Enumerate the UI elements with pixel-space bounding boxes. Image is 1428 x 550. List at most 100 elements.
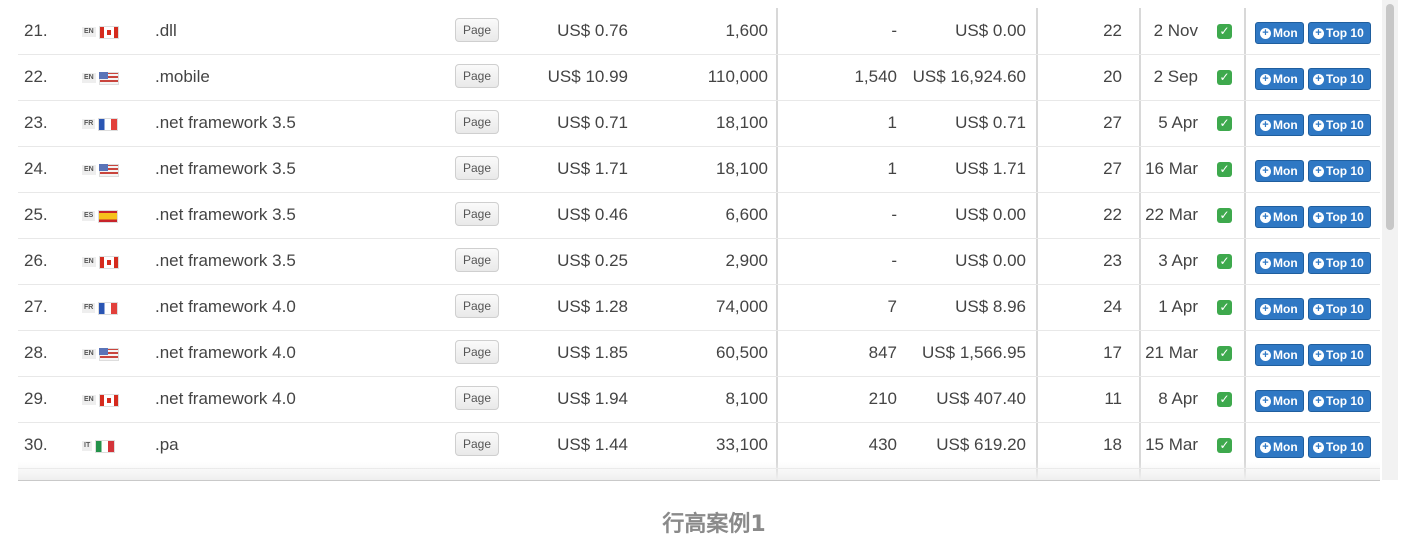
check-icon[interactable]: ✓ <box>1217 438 1232 453</box>
monitor-button[interactable]: + Mon <box>1255 114 1304 136</box>
page-button[interactable]: Page <box>455 340 500 364</box>
keyword-text: .mobile <box>155 67 210 86</box>
page-button-label[interactable]: Page <box>455 110 500 134</box>
vertical-scrollbar[interactable] <box>1382 0 1398 480</box>
top10-button[interactable]: + Top 10 <box>1308 160 1371 182</box>
language-code: FR <box>82 119 96 129</box>
search-volume: 18,100 <box>716 159 768 178</box>
top10-button-label: Top 10 <box>1326 210 1364 224</box>
check-icon[interactable]: ✓ <box>1217 162 1232 177</box>
traffic-value: US$ 619.20 <box>936 435 1026 454</box>
plus-icon: + <box>1313 165 1324 177</box>
check-icon[interactable]: ✓ <box>1217 116 1232 131</box>
page-button-label[interactable]: Page <box>455 18 500 42</box>
top10-button[interactable]: + Top 10 <box>1308 114 1371 136</box>
plus-icon: + <box>1260 349 1271 361</box>
page-button[interactable]: Page <box>455 64 500 88</box>
top10-button[interactable]: + Top 10 <box>1308 68 1371 90</box>
page-button-label[interactable]: Page <box>455 294 500 318</box>
monitor-button[interactable]: + Mon <box>1255 68 1304 90</box>
check-icon[interactable]: ✓ <box>1217 70 1232 85</box>
top10-button-label: Top 10 <box>1326 302 1364 316</box>
monitor-button-label: Mon <box>1273 440 1298 454</box>
top10-button-label: Top 10 <box>1326 26 1364 40</box>
flag-icon <box>98 117 119 131</box>
monitor-button[interactable]: + Mon <box>1255 206 1304 228</box>
page-button[interactable]: Page <box>455 110 500 134</box>
top10-button[interactable]: + Top 10 <box>1308 298 1371 320</box>
plus-icon: + <box>1260 303 1271 315</box>
monitor-button[interactable]: + Mon <box>1255 436 1304 458</box>
row-index: 29. <box>24 389 48 408</box>
page-button-label[interactable]: Page <box>455 340 500 364</box>
monitor-button[interactable]: + Mon <box>1255 298 1304 320</box>
page-button[interactable]: Page <box>455 432 500 456</box>
plus-icon: + <box>1313 119 1324 131</box>
page-button[interactable]: Page <box>455 386 500 410</box>
check-icon[interactable]: ✓ <box>1217 300 1232 315</box>
table-row: 24. EN .net framework 3.5 Page US$ 1.71 … <box>18 146 1380 193</box>
top10-button-label: Top 10 <box>1326 164 1364 178</box>
table-row-partial <box>18 468 1380 480</box>
page-button[interactable]: Page <box>455 248 500 272</box>
monitor-button-label: Mon <box>1273 118 1298 132</box>
top10-button-label: Top 10 <box>1326 440 1364 454</box>
traffic-value: US$ 0.00 <box>955 205 1026 224</box>
clicks-value: - <box>891 21 897 40</box>
page-button-label[interactable]: Page <box>455 202 500 226</box>
plus-icon: + <box>1313 257 1324 269</box>
traffic-value: US$ 0.00 <box>955 21 1026 40</box>
cpc-value: US$ 1.71 <box>557 159 628 178</box>
page-button[interactable]: Page <box>455 202 500 226</box>
top10-button[interactable]: + Top 10 <box>1308 206 1371 228</box>
language-indicator: EN <box>82 25 119 39</box>
monitor-button[interactable]: + Mon <box>1255 390 1304 412</box>
check-icon[interactable]: ✓ <box>1217 254 1232 269</box>
keyword-table: 21. EN .dll Page US$ 0.76 1,600 - US$ 0.… <box>18 8 1380 481</box>
clicks-value: - <box>891 205 897 224</box>
top10-button-label: Top 10 <box>1326 348 1364 362</box>
monitor-button-label: Mon <box>1273 348 1298 362</box>
page-button-label[interactable]: Page <box>455 386 500 410</box>
language-indicator: EN <box>82 163 119 177</box>
monitor-button[interactable]: + Mon <box>1255 22 1304 44</box>
page-button-label[interactable]: Page <box>455 432 500 456</box>
rank-position: 23 <box>1103 251 1122 270</box>
search-volume: 1,600 <box>725 21 768 40</box>
top10-button[interactable]: + Top 10 <box>1308 252 1371 274</box>
check-icon[interactable]: ✓ <box>1217 24 1232 39</box>
keyword-text: .net framework 3.5 <box>155 159 296 178</box>
page-button[interactable]: Page <box>455 294 500 318</box>
cpc-value: US$ 1.28 <box>557 297 628 316</box>
plus-icon: + <box>1260 119 1271 131</box>
top10-button[interactable]: + Top 10 <box>1308 436 1371 458</box>
check-icon[interactable]: ✓ <box>1217 392 1232 407</box>
top10-button[interactable]: + Top 10 <box>1308 390 1371 412</box>
page-button-label[interactable]: Page <box>455 156 500 180</box>
monitor-button[interactable]: + Mon <box>1255 252 1304 274</box>
rank-position: 22 <box>1103 21 1122 40</box>
top10-button[interactable]: + Top 10 <box>1308 344 1371 366</box>
plus-icon: + <box>1313 349 1324 361</box>
figure-caption: 行高案例1 <box>662 512 766 537</box>
page-button[interactable]: Page <box>455 18 500 42</box>
flag-icon <box>98 301 119 315</box>
page-button-label[interactable]: Page <box>455 248 500 272</box>
language-indicator: EN <box>82 393 119 407</box>
row-index: 24. <box>24 159 48 178</box>
top10-button-label: Top 10 <box>1326 72 1364 86</box>
page-button-label[interactable]: Page <box>455 64 500 88</box>
check-icon[interactable]: ✓ <box>1217 346 1232 361</box>
language-code: ES <box>82 211 96 221</box>
language-indicator: EN <box>82 255 119 269</box>
page-button[interactable]: Page <box>455 156 500 180</box>
scrollbar-thumb[interactable] <box>1386 4 1394 230</box>
monitor-button[interactable]: + Mon <box>1255 160 1304 182</box>
search-volume: 60,500 <box>716 343 768 362</box>
monitor-button[interactable]: + Mon <box>1255 344 1304 366</box>
language-indicator: IT <box>82 439 116 453</box>
top10-button[interactable]: + Top 10 <box>1308 22 1371 44</box>
last-checked-date: 5 Apr <box>1158 113 1198 132</box>
check-icon[interactable]: ✓ <box>1217 208 1232 223</box>
keyword-text: .net framework 3.5 <box>155 205 296 224</box>
